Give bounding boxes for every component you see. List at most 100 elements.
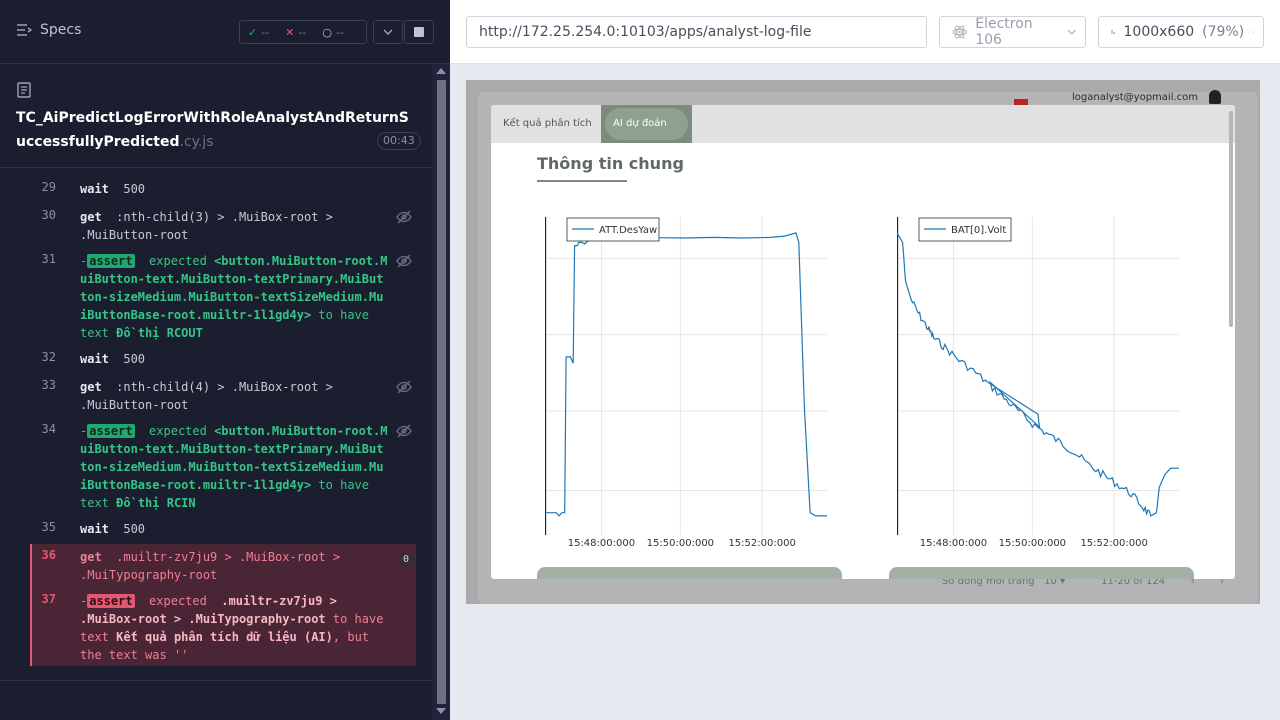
chevron-down-button[interactable]: [373, 20, 403, 44]
plot-area: [897, 217, 1179, 535]
command-number: 32: [41, 350, 56, 364]
eye-slash-icon[interactable]: [396, 380, 412, 394]
assert-value: Kết quả phân tích dữ liệu (AI): [116, 630, 333, 644]
chart-des-yaw: 15:48:00:000 15:50:00:000 15:52:00:000 ATT.…: [545, 217, 827, 553]
command-message: :nth-child(3) > .MuiBox-root > .MuiButto…: [80, 210, 333, 242]
command-number: 31: [41, 252, 56, 266]
check-icon: ✓: [248, 25, 258, 39]
pending-count: --: [335, 25, 344, 39]
chart-bat-volt: 15:48:00:000 15:50:00:000 15:52:00:000 BAT[…: [897, 217, 1179, 553]
command-row[interactable]: 35 wait 500: [30, 520, 416, 538]
reporter-header: Specs ✓ -- ✕ -- ○ --: [0, 0, 450, 64]
command-message: 500: [123, 352, 146, 366]
stop-button[interactable]: [404, 20, 434, 44]
ruler-icon: [1111, 30, 1116, 34]
command-name: get: [80, 380, 102, 394]
legend: ATT.DesYaw: [566, 217, 660, 242]
assert-value: Đồ thị RCIN: [116, 496, 196, 510]
viewport-selector[interactable]: 1000x660 (79%): [1098, 16, 1264, 48]
chevron-down-icon: [1252, 31, 1255, 33]
spec-header: TC_AiPredictLogErrorWithRoleAnalystAndRe…: [0, 64, 432, 168]
chart-svg: 15:48:00:000 15:50:00:000 15:52:00:000 ATT.…: [545, 217, 827, 549]
command-row-failed[interactable]: 37 - assert expected .muiltr-zv7ju9 > .Mu…: [30, 592, 416, 664]
user-email: loganalyst@yopmail.com: [1072, 92, 1199, 103]
eye-slash-icon[interactable]: [396, 424, 412, 438]
command-number: 34: [41, 422, 56, 436]
failed-count: --: [298, 25, 307, 39]
command-log[interactable]: 29 wait 500 30 get :nth-child(3) > .MuiB…: [0, 168, 432, 680]
url-bar[interactable]: http://172.25.254.0:10103/apps/analyst-l…: [466, 16, 927, 48]
chart-button[interactable]: [889, 567, 1194, 579]
command-row[interactable]: 32 wait 500: [30, 350, 416, 368]
command-row[interactable]: 31 - assert expected <button.MuiButton-ro…: [30, 252, 416, 342]
cypress-reporter: Specs ✓ -- ✕ -- ○ -- TC_AiPredictLogErrorWi…: [0, 0, 450, 720]
command-row-failed[interactable]: 36 get .muiltr-zv7ju9 > .MuiBox-root > .…: [30, 548, 416, 584]
specs-button[interactable]: Specs: [16, 22, 81, 38]
ai-analysis-dialog: Kết quả phân tích AI dự đoán lỗi Thông t…: [491, 105, 1235, 579]
element-count-badge: 0: [399, 553, 413, 567]
command-name: wait: [80, 182, 109, 196]
command-row[interactable]: 30 get :nth-child(3) > .MuiBox-root > .M…: [30, 208, 416, 244]
tab-ai-error-prediction[interactable]: AI dự đoán lỗi: [601, 105, 692, 167]
command-message: :nth-child(4) > .MuiBox-root > .MuiButto…: [80, 380, 333, 412]
legend-label: BAT[0].Volt: [951, 225, 1006, 236]
stop-icon: [414, 27, 424, 37]
command-number: 35: [41, 520, 56, 534]
assert-badge: assert: [87, 424, 135, 438]
passed-count: --: [261, 25, 270, 39]
command-message: expected: [149, 424, 207, 438]
specs-label: Specs: [40, 22, 82, 38]
x-tick-label: 15:52:00:000: [728, 538, 795, 549]
eye-slash-icon[interactable]: [396, 210, 412, 224]
command-message: .muiltr-zv7ju9 > .MuiBox-root > .MuiTypo…: [80, 550, 341, 582]
spec-title: TC_AiPredictLogErrorWithRoleAnalystAndRe…: [16, 106, 416, 154]
passed-stat: ✓ --: [240, 26, 277, 39]
reporter-footer: [0, 680, 432, 720]
command-message: 500: [123, 522, 146, 536]
spec-duration: 00:43: [377, 132, 421, 150]
reporter-scroll-thumb[interactable]: [437, 80, 446, 704]
series-line: [545, 232, 827, 517]
command-row[interactable]: 29 wait 500: [30, 180, 416, 198]
run-stats: ✓ -- ✕ -- ○ --: [239, 20, 367, 44]
cross-icon: ✕: [285, 25, 295, 39]
pending-circle-icon: ○: [322, 25, 332, 39]
legend: BAT[0].Volt: [918, 217, 1012, 242]
scroll-up-arrow-icon[interactable]: [436, 68, 446, 74]
section-underline: [537, 180, 627, 182]
file-icon: [17, 82, 31, 98]
viewport-size: 1000x660: [1123, 24, 1195, 40]
command-number: 29: [41, 180, 56, 194]
section-title: Thông tin chung: [537, 154, 684, 173]
viewport-zoom: (79%): [1202, 24, 1245, 40]
plot-area: [545, 217, 827, 535]
command-row[interactable]: 33 get :nth-child(4) > .MuiBox-root > .M…: [30, 378, 416, 414]
dialog-scrollbar[interactable]: [1229, 111, 1233, 327]
aut-toolbar: http://172.25.254.0:10103/apps/analyst-l…: [450, 0, 1280, 64]
legend-label: ATT.DesYaw: [599, 225, 657, 236]
command-message: expected: [149, 594, 207, 608]
eye-slash-icon[interactable]: [396, 254, 412, 268]
x-tick-label: 15:50:00:000: [999, 538, 1066, 549]
failed-stat: ✕ --: [277, 26, 314, 39]
scroll-down-arrow-icon[interactable]: [436, 708, 446, 714]
pending-stat: ○ --: [314, 26, 352, 39]
command-number: 36: [41, 548, 56, 562]
browser-selector[interactable]: Electron 106: [939, 16, 1086, 48]
dialog-tabs: Kết quả phân tích AI dự đoán lỗi: [491, 105, 1235, 167]
tab-analysis-result[interactable]: Kết quả phân tích: [491, 105, 604, 143]
command-message: expected: [149, 254, 207, 268]
avatar[interactable]: [1209, 90, 1221, 104]
command-name: wait: [80, 352, 109, 366]
command-name: get: [80, 550, 102, 564]
assert-value: Đồ thị RCOUT: [116, 326, 203, 340]
browser-name: Electron 106: [975, 16, 1033, 48]
command-row[interactable]: 34 - assert expected <button.MuiButton-ro…: [30, 422, 416, 512]
command-name: get: [80, 210, 102, 224]
chart-button[interactable]: [537, 567, 842, 579]
chevron-down-icon: [383, 29, 393, 35]
spec-extension: .cy.js: [179, 134, 214, 150]
specs-list-icon: [17, 24, 32, 36]
command-message: 500: [123, 182, 146, 196]
electron-icon: [952, 25, 967, 39]
